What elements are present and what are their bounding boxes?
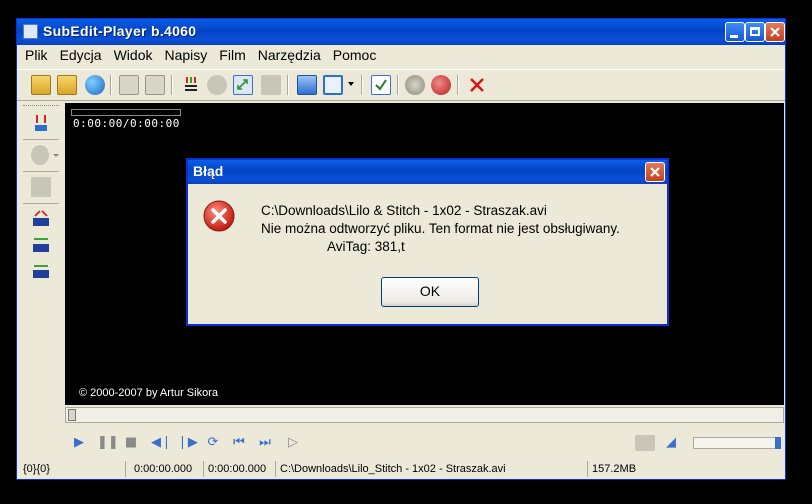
dialog-close-button[interactable]: [645, 162, 665, 182]
dialog-title-bar[interactable]: Błąd: [188, 160, 667, 184]
error-message: C:\Downloads\Lilo & Stitch - 1x02 - Stra…: [261, 202, 620, 256]
skip-start-icon[interactable]: ⏮: [231, 435, 247, 451]
seek-slider[interactable]: [65, 407, 784, 423]
message-file-path: C:\Downloads\Lilo & Stitch - 1x02 - Stra…: [261, 203, 547, 218]
close-button[interactable]: [765, 22, 785, 42]
close-icon: [650, 167, 660, 177]
sidebar: [17, 101, 63, 401]
message-text: Nie można odtworzyć pliku. Ten format ni…: [261, 221, 620, 236]
minimize-button[interactable]: [725, 22, 745, 42]
menu-narzedzia[interactable]: Narzędzia: [254, 45, 325, 65]
search-subtitle-icon[interactable]: [207, 75, 227, 95]
window-title: SubEdit-Player b.4060: [43, 23, 197, 39]
close-icon: [770, 27, 780, 37]
volume-slider[interactable]: [693, 437, 781, 449]
abc-arrows-red-icon[interactable]: [31, 209, 51, 229]
stop-icon[interactable]: ■: [123, 435, 139, 451]
pause-icon[interactable]: ❚❚: [97, 435, 119, 451]
volume-icon[interactable]: ◢: [663, 435, 679, 451]
loop-icon[interactable]: ⟳: [205, 435, 221, 451]
ok-button[interactable]: OK: [381, 277, 479, 307]
maximize-button[interactable]: [745, 22, 765, 42]
play-icon[interactable]: ▶: [71, 435, 87, 451]
position-bar: [71, 109, 181, 116]
abc-grey-icon[interactable]: [31, 177, 51, 197]
menu-napisy[interactable]: Napisy: [161, 45, 212, 65]
step-back-icon[interactable]: ◀❘: [151, 435, 172, 451]
abc-audio-icon[interactable]: [635, 435, 655, 451]
abc-shift-icon[interactable]: [31, 261, 51, 281]
menu-widok[interactable]: Widok: [110, 45, 157, 65]
copy-frame-icon[interactable]: [297, 75, 317, 95]
chevron-down-icon[interactable]: [348, 82, 354, 86]
abc-arrows-green-icon[interactable]: [31, 235, 51, 255]
globe-icon[interactable]: [85, 75, 105, 95]
message-avitag: AviTag: 381,t: [327, 239, 405, 254]
checkbox-icon[interactable]: [371, 75, 391, 95]
status-time-start: 0:00:00.000: [125, 461, 203, 477]
step-forward-icon[interactable]: ❘▶: [177, 435, 198, 451]
window-icon[interactable]: [119, 75, 139, 95]
menu-edycja[interactable]: Edycja: [56, 45, 106, 65]
window-alt-icon[interactable]: [145, 75, 165, 95]
zoom-icon[interactable]: [31, 145, 49, 165]
skip-end-icon[interactable]: ⏭: [257, 435, 273, 451]
volume-knob[interactable]: [775, 437, 781, 449]
menu-film[interactable]: Film: [215, 45, 249, 65]
info-icon[interactable]: [405, 75, 425, 95]
status-frames: {0}{0}: [23, 463, 50, 475]
resize-icon[interactable]: [233, 75, 253, 95]
copyright-text: © 2000-2007 by Artur Sikora: [79, 387, 218, 399]
fullscreen-icon[interactable]: [323, 75, 343, 95]
abc-sync-icon[interactable]: [261, 75, 281, 95]
open-video-icon[interactable]: [57, 75, 77, 95]
status-file: C:\Downloads\Lilo_Stitch - 1x02 - Strasz…: [275, 461, 587, 477]
playback-controls: ▶ ❚❚ ■ ◀❘ ❘▶ ⟳ ⏮ ⏭ ▷ ◢: [17, 427, 785, 457]
status-size: 157.2MB: [587, 461, 783, 477]
status-time-end: 0:00:00.000: [203, 461, 275, 477]
error-dialog: Błąd C:\Downloads\Lilo & Stitch - 1x02 -…: [186, 158, 669, 326]
menu-bar: Plik Edycja Widok Napisy Film Narzędzia Pomoc: [17, 45, 785, 67]
dialog-title: Błąd: [193, 163, 224, 179]
title-bar[interactable]: SubEdit-Player b.4060: [17, 19, 785, 45]
app-icon[interactable]: [23, 24, 38, 39]
status-bar: {0}{0} 0:00:00.000 0:00:00.000 C:\Downlo…: [17, 459, 785, 479]
toolbar: [17, 69, 785, 101]
delete-icon[interactable]: [467, 75, 487, 95]
menu-plik[interactable]: Plik: [21, 45, 52, 65]
error-icon: [203, 200, 235, 232]
chevron-down-icon[interactable]: [53, 154, 59, 157]
seek-thumb[interactable]: [68, 409, 76, 421]
next-frame-icon[interactable]: ▷: [285, 435, 301, 451]
menu-pomoc[interactable]: Pomoc: [329, 45, 381, 65]
list-arrows-icon[interactable]: [181, 75, 201, 95]
open-file-icon[interactable]: [31, 75, 51, 95]
insert-line-icon[interactable]: [31, 113, 51, 133]
video-timecode: 0:00:00/0:00:00: [73, 117, 180, 130]
record-icon[interactable]: [431, 75, 451, 95]
